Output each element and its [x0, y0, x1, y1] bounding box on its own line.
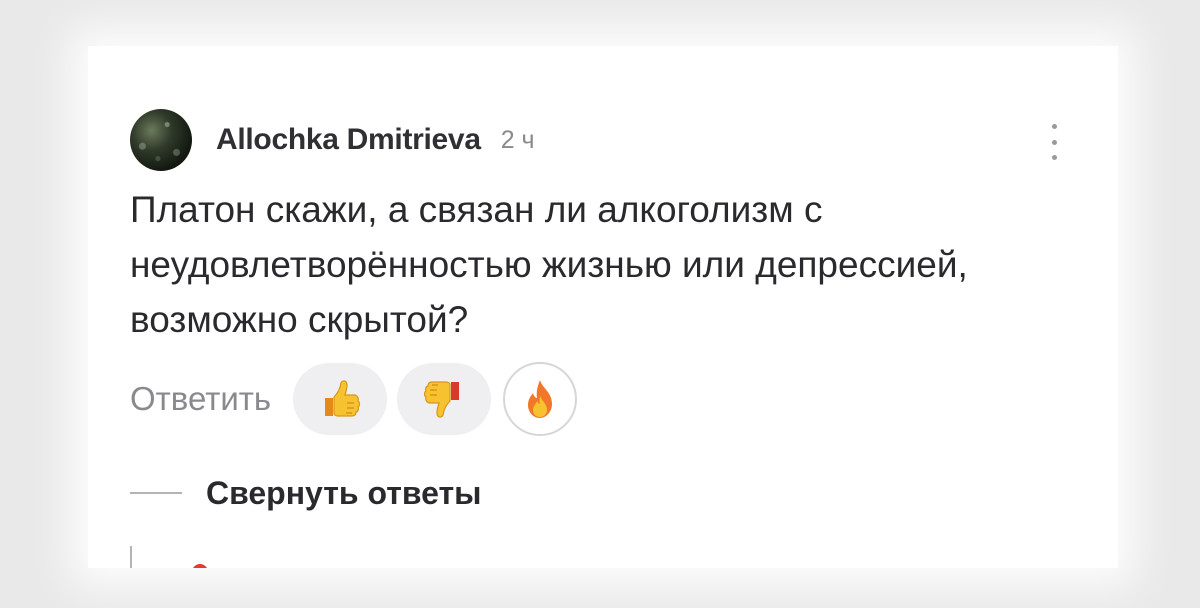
reply-button[interactable]: Ответить: [130, 380, 271, 418]
like-button[interactable]: [293, 363, 388, 435]
dislike-button[interactable]: [397, 363, 492, 435]
comment-header: Allochka Dmitrieva 2 ч: [130, 108, 535, 172]
divider: [130, 492, 182, 494]
more-vertical-icon: [1051, 124, 1057, 129]
more-options-button[interactable]: [1044, 124, 1064, 160]
avatar[interactable]: [130, 109, 192, 171]
author-name[interactable]: Allochka Dmitrieva: [216, 123, 481, 157]
thread-line: [130, 546, 132, 568]
fire-icon: [528, 380, 553, 418]
thumbs-down-icon: [423, 381, 460, 418]
reply-avatar-partial: [192, 564, 208, 568]
comment-time: 2 ч: [500, 125, 535, 154]
fire-reaction-button[interactable]: [503, 362, 578, 436]
comment-card: Allochka Dmitrieva 2 ч Платон скажи, а с…: [88, 46, 1118, 568]
comment-text: Платон скажи, а связан ли алкоголизм с н…: [130, 189, 968, 340]
collapse-replies[interactable]: Свернуть ответы: [130, 468, 482, 518]
comment-actions: Ответить: [130, 362, 587, 436]
thumbs-up-icon: [325, 380, 361, 417]
collapse-replies-label: Свернуть ответы: [206, 474, 482, 511]
